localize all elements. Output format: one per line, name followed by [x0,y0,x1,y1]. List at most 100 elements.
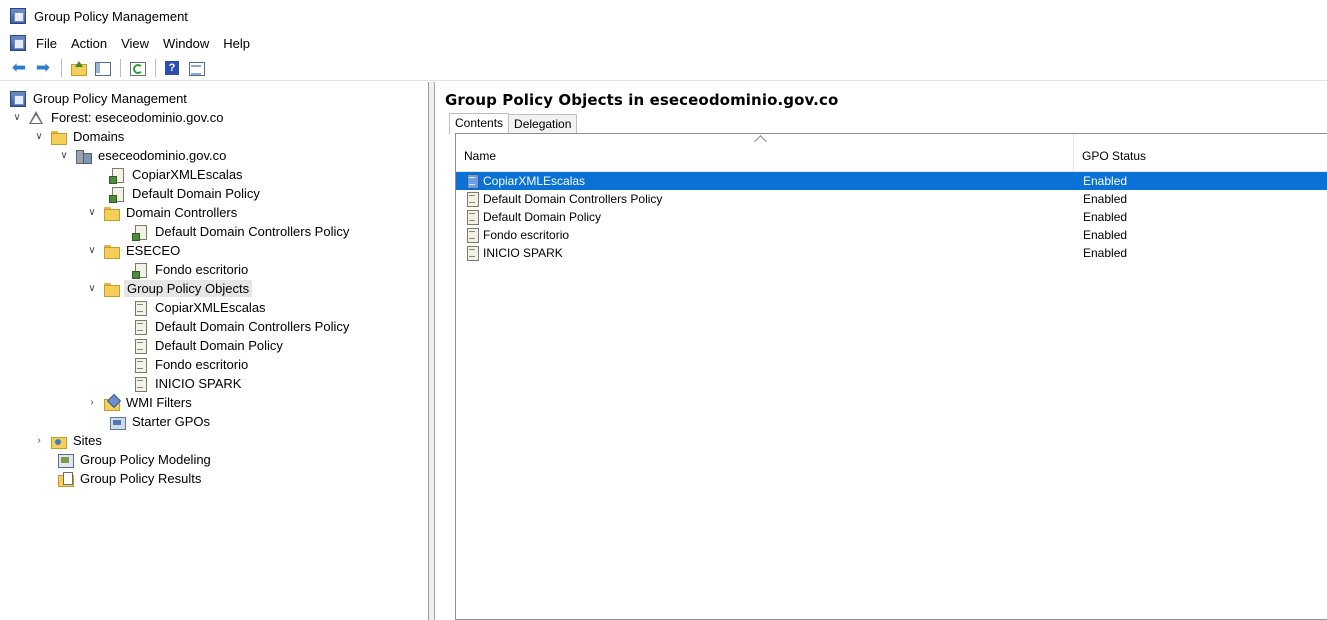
tree-item-forest[interactable]: ∨ Forest: eseceodominio.gov.co [10,108,225,127]
tree-item-label: CopiarXMLEscalas [132,167,243,182]
toolbar: ⬅ ➡ [0,55,1327,81]
system-menu-icon[interactable] [10,35,26,51]
tree-item-domain[interactable]: ∨ eseceodominio.gov.co [57,146,228,165]
window-title: Group Policy Management [34,8,188,24]
row-status: Enabled [1083,174,1128,188]
chevron-right-icon[interactable]: › [32,434,46,448]
view-button[interactable] [185,57,207,79]
gpo-icon [464,209,480,225]
gpo-icon [132,338,148,354]
row-name: CopiarXMLEscalas [483,174,586,188]
tree-item-label: Group Policy Management [33,91,187,106]
tree-item-label: ESECEO [126,243,181,258]
tree-item-gpo-fondo[interactable]: Fondo escritorio [132,355,250,374]
chevron-down-icon[interactable]: ∨ [10,111,24,125]
up-level-button[interactable] [67,57,89,79]
chevron-right-icon[interactable]: › [85,396,99,410]
gpo-container-icon [103,281,120,297]
tab-delegation[interactable]: Delegation [508,114,578,134]
view-icon [188,60,205,76]
menu-window[interactable]: Window [156,36,216,51]
tree-item-label: INICIO SPARK [155,376,242,391]
tree-item-sites[interactable]: › Sites [32,431,104,450]
gpo-icon [132,300,148,316]
tree-item-results[interactable]: Group Policy Results [57,469,203,488]
tree-item-gpo-copiar[interactable]: CopiarXMLEscalas [132,298,268,317]
tree-item-label: Domains [73,129,125,144]
column-header-name[interactable]: Name [464,149,496,163]
back-button[interactable]: ⬅ [8,57,30,79]
toolbar-separator [61,58,62,77]
tree-item-gpo-ddc[interactable]: Default Domain Controllers Policy [132,317,351,336]
app-icon [10,8,26,24]
tree-item-label: Default Domain Controllers Policy [155,224,350,239]
show-hide-tree-button[interactable] [91,57,113,79]
column-header-gpo-status[interactable]: GPO Status [1082,149,1146,163]
tree-item-root[interactable]: Group Policy Management [10,89,189,108]
sites-icon [50,433,67,449]
menu-help[interactable]: Help [216,36,257,51]
gpo-icon [464,245,480,261]
tree-item-label: Domain Controllers [126,205,238,220]
row-status: Enabled [1083,246,1128,260]
gpo-icon [464,191,480,207]
tree-item-label: Group Policy Results [80,471,202,486]
tree-item-link-ddc-policy[interactable]: Default Domain Controllers Policy [132,222,351,241]
chevron-down-icon[interactable]: ∨ [32,130,46,144]
help-button[interactable] [161,57,183,79]
show-hide-pane-icon [94,60,111,76]
chevron-down-icon[interactable]: ∨ [57,149,71,163]
column-divider[interactable] [1073,134,1074,172]
gpmc-icon [10,90,26,107]
gpo-list[interactable]: Name GPO Status CopiarXMLEscalas Enabled… [455,133,1327,620]
table-row[interactable]: CopiarXMLEscalas Enabled [456,172,1327,190]
console-tree[interactable]: Group Policy Management ∨ Forest: eseceo… [0,82,429,620]
tree-item-link-fondo[interactable]: Fondo escritorio [132,260,250,279]
tree-item-wmi-filters[interactable]: › WMI Filters [85,393,194,412]
ou-folder-icon [103,205,120,221]
tree-item-modeling[interactable]: Group Policy Modeling [57,450,213,469]
tree-item-link-default-domain[interactable]: Default Domain Policy [109,184,262,203]
menu-view[interactable]: View [114,36,156,51]
menu-file[interactable]: File [29,36,64,51]
tree-item-label: Default Domain Policy [132,186,260,201]
gpo-icon [464,227,480,243]
row-status: Enabled [1083,210,1128,224]
row-name: Default Domain Controllers Policy [483,192,663,206]
table-row[interactable]: Default Domain Controllers Policy Enable… [456,190,1327,208]
gpo-link-icon [132,224,148,241]
tree-item-starter-gpos[interactable]: Starter GPOs [109,412,212,431]
menu-action[interactable]: Action [64,36,114,51]
tree-item-link-copiar[interactable]: CopiarXMLEscalas [109,165,245,184]
tree-item-label: CopiarXMLEscalas [155,300,266,315]
refresh-button[interactable] [126,57,148,79]
tree-item-label: Fondo escritorio [155,357,249,372]
results-pane: Group Policy Objects in eseceodominio.go… [436,82,1327,620]
gpo-icon [132,319,148,335]
chevron-down-icon[interactable]: ∨ [85,282,99,296]
tree-item-label: Group Policy Objects [124,280,253,297]
tree-item-group-policy-objects[interactable]: ∨ Group Policy Objects [85,279,253,298]
table-row[interactable]: Fondo escritorio Enabled [456,226,1327,244]
refresh-icon [129,60,146,76]
tab-contents[interactable]: Contents [449,113,510,134]
tree-item-gpo-ddp[interactable]: Default Domain Policy [132,336,285,355]
table-row[interactable]: Default Domain Policy Enabled [456,208,1327,226]
forward-button[interactable]: ➡ [32,57,54,79]
row-name: INICIO SPARK [483,246,563,260]
tree-item-domains[interactable]: ∨ Domains [32,127,126,146]
tree-item-label: Fondo escritorio [155,262,249,277]
tree-item-label: Default Domain Controllers Policy [155,319,350,334]
table-row[interactable]: INICIO SPARK Enabled [456,244,1327,262]
chevron-down-icon[interactable]: ∨ [85,244,99,258]
tree-item-label: Sites [73,433,102,448]
tree-item-label: eseceodominio.gov.co [98,148,227,163]
back-arrow-icon: ⬅ [11,57,27,77]
chevron-down-icon[interactable]: ∨ [85,206,99,220]
tree-item-gpo-inicio[interactable]: INICIO SPARK [132,374,243,393]
modeling-icon [57,452,74,468]
pane-splitter[interactable] [429,82,435,620]
tree-item-ou-eseceo[interactable]: ∨ ESECEO [85,241,182,260]
forest-icon [28,110,44,126]
tree-item-ou-domain-controllers[interactable]: ∨ Domain Controllers [85,203,239,222]
